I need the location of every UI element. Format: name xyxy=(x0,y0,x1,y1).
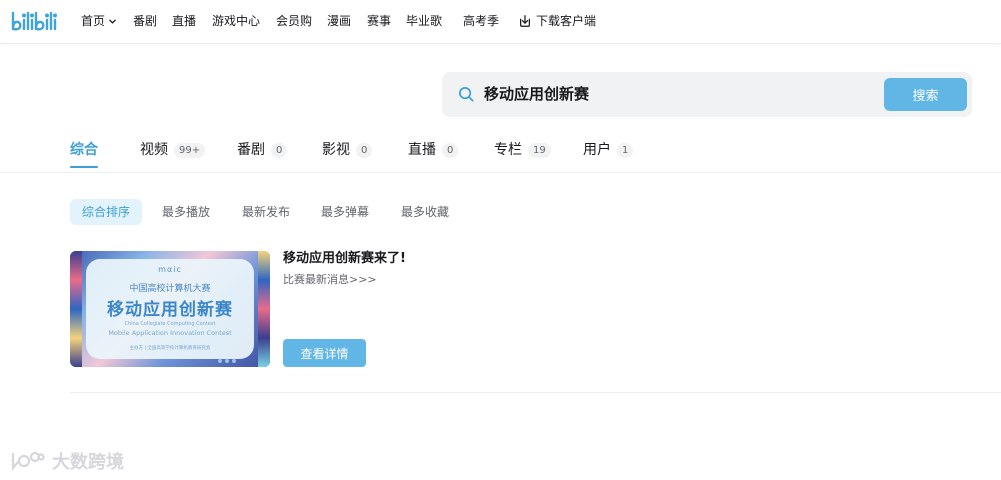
sort-comprehensive[interactable]: 综合排序 xyxy=(70,199,143,225)
search-query: 移动应用创新赛 xyxy=(484,85,590,103)
tab-all-label: 综合 xyxy=(70,142,98,158)
tab-film[interactable]: 影视 0 xyxy=(322,141,373,159)
sort-most-played[interactable]: 最多播放 xyxy=(162,199,210,225)
tabs-divider xyxy=(0,172,1001,173)
nav-esports[interactable]: 赛事 xyxy=(367,13,391,29)
tab-film-count: 0 xyxy=(356,142,373,158)
view-details-button[interactable]: 查看详情 xyxy=(283,339,366,367)
thumbnail-line3: China Collegiate Computing Contest xyxy=(124,321,216,327)
tab-anime-label: 番剧 xyxy=(237,142,265,158)
sort-most-danmaku[interactable]: 最多弹幕 xyxy=(321,199,369,225)
tab-user-label: 用户 xyxy=(583,142,611,158)
download-icon xyxy=(520,15,530,27)
nav-download-client[interactable]: 下载客户端 xyxy=(518,13,596,29)
thumbnail-line5: 主办方 | 全国高等学校计算机教育研究会 xyxy=(129,346,211,351)
tab-video-count: 99+ xyxy=(174,142,206,158)
thumbnail-panel: mαic 中国高校计算机大赛 移动应用创新赛 China Collegiate … xyxy=(86,259,254,359)
search-button[interactable]: 搜索 xyxy=(884,78,967,111)
thumbnail-line2: 移动应用创新赛 xyxy=(107,300,233,320)
sort-most-favorited[interactable]: 最多收藏 xyxy=(401,199,449,225)
chevron-down-icon xyxy=(108,14,117,30)
tab-video[interactable]: 视频 99+ xyxy=(140,141,206,159)
thumbnail-line4: Mobile Application Innovation Contest xyxy=(108,329,232,337)
nav-gaokao-season[interactable]: 高考季 xyxy=(463,13,499,29)
watermark: 大数跨境 xyxy=(10,448,124,474)
bilibili-logo-icon xyxy=(11,11,58,31)
tab-live[interactable]: 直播 0 xyxy=(408,141,459,159)
nav-anime[interactable]: 番剧 xyxy=(133,13,157,29)
nav-member-shop[interactable]: 会员购 xyxy=(276,13,312,29)
thumbnail-right-band xyxy=(258,251,270,367)
watermark-logo-icon xyxy=(11,451,45,472)
tab-article-count: 19 xyxy=(528,142,551,158)
carousel-dots xyxy=(218,359,239,363)
tab-all[interactable]: 综合 xyxy=(70,141,98,159)
tab-live-label: 直播 xyxy=(408,142,436,158)
nav-download-label: 下载客户端 xyxy=(536,14,597,28)
nav-live[interactable]: 直播 xyxy=(172,13,196,29)
bilibili-logo[interactable] xyxy=(10,8,62,34)
tab-user[interactable]: 用户 1 xyxy=(583,141,634,159)
thumbnail-logo: mαic xyxy=(158,265,182,274)
result-title[interactable]: 移动应用创新赛来了! xyxy=(283,250,406,268)
nav-graduation-song[interactable]: 毕业歌 xyxy=(406,13,442,29)
active-tab-indicator xyxy=(70,166,98,168)
result-thumbnail[interactable]: mαic 中国高校计算机大赛 移动应用创新赛 China Collegiate … xyxy=(70,251,270,367)
nav-game-center[interactable]: 游戏中心 xyxy=(212,13,260,29)
tab-article-label: 专栏 xyxy=(494,142,522,158)
result-description: 比赛最新消息>>> xyxy=(283,273,377,286)
tab-anime[interactable]: 番剧 0 xyxy=(237,141,288,159)
tab-user-count: 1 xyxy=(617,142,634,158)
result-divider xyxy=(70,392,1001,393)
watermark-text: 大数跨境 xyxy=(52,452,124,473)
tab-film-label: 影视 xyxy=(322,142,350,158)
nav-home[interactable]: 首页 xyxy=(81,13,117,30)
thumbnail-left-band xyxy=(70,251,82,367)
tab-live-count: 0 xyxy=(442,142,459,158)
search-icon xyxy=(458,86,475,107)
tab-video-label: 视频 xyxy=(140,142,168,158)
tab-article[interactable]: 专栏 19 xyxy=(494,141,551,159)
nav-home-label: 首页 xyxy=(81,14,106,28)
tab-anime-count: 0 xyxy=(271,142,288,158)
thumbnail-line1: 中国高校计算机大赛 xyxy=(129,284,211,294)
top-nav: 首页 番剧 直播 游戏中心 会员购 漫画 赛事 毕业歌 高考季 下载客户端 xyxy=(0,0,1001,44)
sort-newest[interactable]: 最新发布 xyxy=(242,199,290,225)
nav-manga[interactable]: 漫画 xyxy=(327,13,351,29)
